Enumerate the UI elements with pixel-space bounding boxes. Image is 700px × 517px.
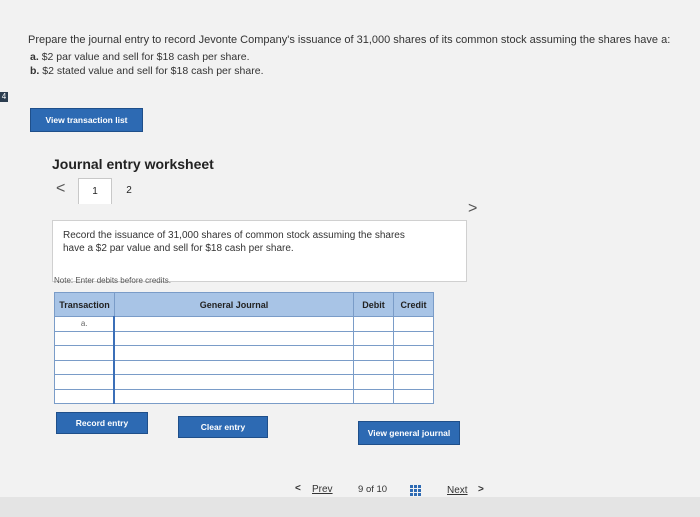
cell-debit[interactable]: [353, 316, 395, 332]
cell-credit[interactable]: [393, 316, 434, 332]
bottom-bar: [0, 497, 700, 517]
cell-debit[interactable]: [353, 374, 395, 390]
cell-credit[interactable]: [393, 388, 434, 404]
cell-transaction: [54, 330, 115, 346]
cell-credit[interactable]: [393, 359, 434, 375]
instruction-line-1: Record the issuance of 31,000 shares of …: [63, 230, 405, 241]
cell-transaction: a.: [54, 316, 115, 332]
worksheet-next-arrow-icon[interactable]: >: [468, 200, 477, 218]
cell-general-journal[interactable]: [113, 388, 355, 404]
cell-general-journal[interactable]: [113, 345, 355, 361]
prev-chevron-icon[interactable]: <: [295, 483, 301, 494]
cell-transaction: [54, 345, 115, 361]
instruction-box: Record the issuance of 31,000 shares of …: [52, 220, 467, 282]
prev-link[interactable]: Prev: [312, 484, 333, 495]
table-row: [54, 345, 434, 361]
cell-transaction: [54, 374, 115, 390]
cell-general-journal[interactable]: [113, 374, 355, 390]
option-b-text: $2 stated value and sell for $18 cash pe…: [42, 65, 264, 77]
cell-general-journal[interactable]: [113, 359, 355, 375]
option-a: a. $2 par value and sell for $18 cash pe…: [30, 51, 249, 63]
view-transaction-list-button[interactable]: View transaction list: [30, 108, 143, 132]
current-page: 9: [358, 484, 364, 495]
question-prompt: Prepare the journal entry to record Jevo…: [28, 34, 671, 46]
header-credit: Credit: [393, 292, 434, 317]
page-of-label: of: [365, 484, 374, 495]
page-indicator: 9 of 10: [358, 484, 387, 495]
tab-1[interactable]: 1: [78, 178, 112, 204]
table-row: [54, 374, 434, 390]
cell-credit[interactable]: [393, 330, 434, 346]
cell-debit[interactable]: [353, 388, 395, 404]
journal-table: Transaction General Journal Debit Credit…: [54, 292, 434, 404]
option-b-letter: b.: [30, 65, 40, 77]
option-a-letter: a.: [30, 51, 39, 63]
cell-general-journal[interactable]: [113, 330, 355, 346]
table-row: [54, 359, 434, 375]
clear-entry-button[interactable]: Clear entry: [178, 416, 268, 438]
view-general-journal-button[interactable]: View general journal: [358, 421, 460, 445]
worksheet-title: Journal entry worksheet: [52, 156, 214, 172]
header-transaction: Transaction: [54, 292, 115, 317]
cell-credit[interactable]: [393, 345, 434, 361]
worksheet-prev-arrow-icon[interactable]: <: [56, 180, 65, 198]
instruction-line-2: have a $2 par value and sell for $18 cas…: [63, 243, 294, 254]
cell-debit[interactable]: [353, 359, 395, 375]
cell-credit[interactable]: [393, 374, 434, 390]
option-b: b. $2 stated value and sell for $18 cash…: [30, 65, 264, 77]
header-general-journal: General Journal: [113, 292, 355, 317]
cell-transaction: [54, 388, 115, 404]
cell-transaction: [54, 359, 115, 375]
question-number-marker: 4: [0, 92, 8, 102]
tab-2[interactable]: 2: [112, 178, 146, 204]
cell-debit[interactable]: [353, 330, 395, 346]
option-a-text: $2 par value and sell for $18 cash per s…: [41, 51, 250, 63]
cell-debit[interactable]: [353, 345, 395, 361]
note-text: Note: Enter debits before credits.: [54, 276, 171, 285]
record-entry-button[interactable]: Record entry: [56, 412, 148, 434]
table-header-row: Transaction General Journal Debit Credit: [54, 292, 434, 317]
next-chevron-icon[interactable]: >: [478, 484, 484, 495]
cell-general-journal[interactable]: [113, 316, 355, 332]
header-debit: Debit: [353, 292, 395, 317]
grid-menu-icon[interactable]: [410, 485, 422, 496]
table-row: [54, 388, 434, 404]
total-pages: 10: [376, 484, 388, 495]
table-row: [54, 330, 434, 346]
table-row: a.: [54, 316, 434, 332]
next-link[interactable]: Next: [447, 485, 468, 496]
